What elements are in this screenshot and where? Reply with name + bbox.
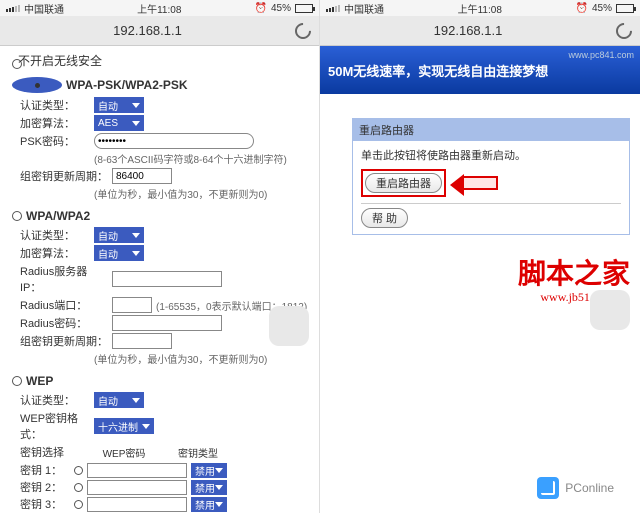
signal-icon <box>326 5 340 12</box>
refresh-icon[interactable] <box>613 19 636 42</box>
radio-wep[interactable]: WEP <box>12 374 309 388</box>
reboot-button[interactable]: 重启路由器 <box>365 173 442 193</box>
groupkey-hint: (单位为秒，最小值为30，不更新则为0) <box>94 186 309 201</box>
key3-input[interactable] <box>87 497 187 512</box>
status-bar: 中国联通 上午11:08 ⏰ 45% <box>0 0 319 16</box>
carrier-label: 中国联通 <box>24 1 64 16</box>
url-label[interactable]: 192.168.1.1 <box>8 23 287 38</box>
radio-selected-icon <box>12 77 62 93</box>
key2-radio[interactable] <box>74 483 83 492</box>
alarm-icon: ⏰ <box>255 3 267 14</box>
key1-radio[interactable] <box>74 466 83 475</box>
wep-fmt-select[interactable]: 十六进制 <box>94 418 154 434</box>
reboot-panel: 重启路由器 单击此按钮将使路由器重新启动。 重启路由器 帮 助 <box>352 118 630 235</box>
battery-icon <box>295 4 313 13</box>
radio-wpa-psk[interactable]: WPA-PSK/WPA2-PSK <box>12 77 309 93</box>
wpa-algo-select[interactable]: 自动 <box>94 245 144 261</box>
router-banner: 50M无线速率，实现无线自由连接梦想 www.pc841.com <box>320 46 640 94</box>
auth-type-select[interactable]: 自动 <box>94 97 144 113</box>
address-bar: 192.168.1.1 <box>0 16 319 46</box>
panel-title: 重启路由器 <box>353 119 629 141</box>
psk-input[interactable] <box>94 133 254 149</box>
wpa-groupkey-input[interactable] <box>112 333 172 349</box>
annotation-arrow <box>462 176 498 190</box>
key1-type-select[interactable]: 禁用 <box>191 463 227 478</box>
pconline-icon <box>537 477 559 499</box>
key2-type-select[interactable]: 禁用 <box>191 480 227 495</box>
key2-input[interactable] <box>87 480 187 495</box>
psk-label: PSK密码： <box>20 133 90 149</box>
ios-home-indicator <box>269 306 309 346</box>
signal-icon <box>6 5 20 12</box>
help-button[interactable]: 帮 助 <box>361 208 408 228</box>
radius-pwd-input[interactable] <box>112 315 222 331</box>
algo-label: 加密算法： <box>20 115 90 131</box>
groupkey-label: 组密钥更新周期： <box>20 168 108 184</box>
panel-desc: 单击此按钮将使路由器重新启动。 <box>361 147 621 163</box>
address-bar: 192.168.1.1 <box>320 16 640 46</box>
refresh-icon[interactable] <box>292 19 315 42</box>
radius-port-input[interactable] <box>112 297 152 313</box>
wpa-auth-select[interactable]: 自动 <box>94 227 144 243</box>
clock: 上午11:08 <box>137 1 181 16</box>
key3-radio[interactable] <box>74 500 83 509</box>
wep-auth-select[interactable]: 自动 <box>94 392 144 408</box>
url-label[interactable]: 192.168.1.1 <box>328 23 608 38</box>
ios-home-indicator <box>590 290 630 330</box>
radio-wpa[interactable]: WPA/WPA2 <box>12 209 309 223</box>
key3-type-select[interactable]: 禁用 <box>191 497 227 512</box>
radius-ip-input[interactable] <box>112 271 222 287</box>
battery-pct: 45% <box>271 3 291 14</box>
radio-disable-security[interactable]: 不开启无线安全 <box>12 54 309 73</box>
pconline-watermark: PConline <box>537 477 614 499</box>
status-bar: 中国联通 上午11:08 ⏰ 45% <box>320 0 640 16</box>
key1-input[interactable] <box>87 463 187 478</box>
algo-select[interactable]: AES <box>94 115 144 131</box>
battery-icon <box>616 4 634 13</box>
groupkey-input[interactable] <box>112 168 172 184</box>
psk-hint: (8-63个ASCII码字符或8-64个十六进制字符) <box>94 151 309 166</box>
auth-type-label: 认证类型： <box>20 97 90 113</box>
